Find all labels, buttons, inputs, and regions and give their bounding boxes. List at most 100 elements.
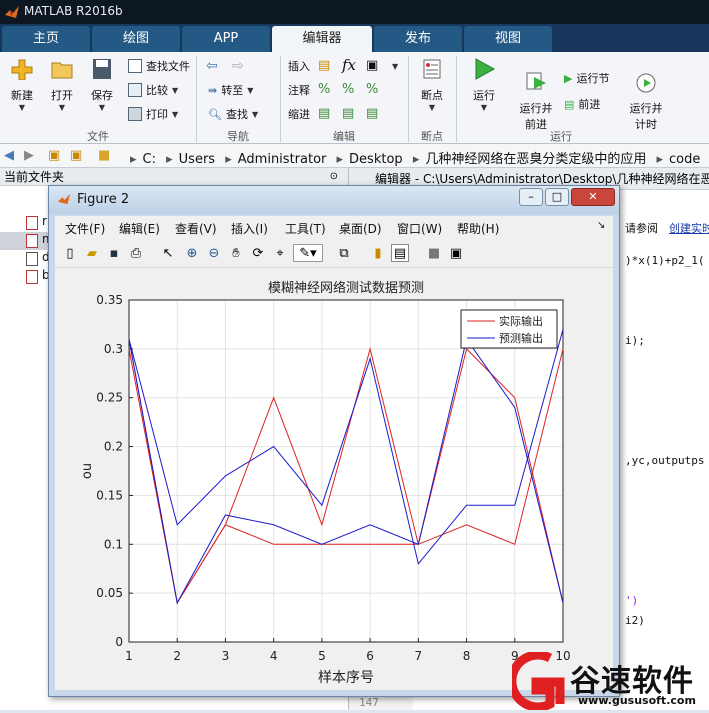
- x-tick-label: 5: [318, 649, 326, 663]
- magnifier-icon: 🔍︎: [208, 107, 222, 121]
- floppy-disk-icon: [93, 59, 111, 79]
- up-folder-icon[interactable]: ▣: [48, 148, 60, 163]
- insert-label[interactable]: 插入: [288, 58, 310, 74]
- figure-menubar: 文件(F) 编辑(E) 查看(V) 插入(I) 工具(T) 桌面(D) 窗口(W…: [55, 216, 613, 238]
- wrap-comment-icon[interactable]: %: [366, 82, 378, 97]
- menu-edit[interactable]: 编辑(E): [119, 220, 160, 237]
- indent-label[interactable]: 缩进: [288, 106, 310, 122]
- current-folder-title: 当前文件夹: [4, 170, 65, 184]
- ribbon-tabs: 主页 绘图 APP 编辑器 发布 视图: [0, 24, 709, 52]
- back-arrow-icon[interactable]: ⇦: [206, 58, 218, 74]
- figure-window[interactable]: Figure 2 – □ ✕ 文件(F) 编辑(E) 查看(V) 插入(I) 工…: [48, 185, 620, 697]
- file-item[interactable]: r: [42, 214, 47, 228]
- help-link[interactable]: 创建实时: [669, 220, 709, 236]
- percent-comment-icon[interactable]: %: [318, 82, 330, 97]
- print-button[interactable]: 打印 ▼: [128, 106, 178, 122]
- menu-file[interactable]: 文件(F): [65, 220, 105, 237]
- chart-title: 模糊神经网络测试数据预测: [268, 280, 424, 296]
- menu-window[interactable]: 窗口(W): [397, 220, 442, 237]
- back-icon[interactable]: ◀: [4, 148, 14, 163]
- breadcrumb-item[interactable]: Users: [179, 152, 215, 167]
- code-line[interactable]: '): [625, 594, 638, 607]
- tab-plots[interactable]: 绘图: [92, 26, 180, 52]
- find-button[interactable]: 🔍︎ 查找 ▼: [208, 106, 258, 122]
- x-axis-label: 样本序号: [318, 670, 374, 686]
- breadcrumb-item[interactable]: code: [669, 152, 700, 167]
- figure-icon: [57, 193, 71, 205]
- new-button[interactable]: 新建 ▼: [2, 58, 42, 112]
- zoom-out-icon[interactable]: ⊖: [205, 244, 223, 262]
- breadcrumb-item[interactable]: C:: [143, 152, 156, 167]
- find-files-icon: [128, 59, 142, 73]
- uncomment-icon[interactable]: %: [342, 82, 354, 97]
- new-figure-icon[interactable]: ▯: [61, 244, 79, 262]
- brush-icon[interactable]: ✎▾: [293, 244, 323, 262]
- maximize-button[interactable]: □: [545, 188, 569, 206]
- figure-title: Figure 2: [77, 192, 130, 207]
- figure-toolbar: ▯ ▰ ▪ ⎙ ↖ ⊕ ⊖ ✋︎ ⟳ ⌖ ✎▾ ⧉ ▮ ▤ ■ ▣: [55, 238, 613, 268]
- menu-dock-arrow-icon[interactable]: ↘: [597, 220, 605, 231]
- plot-area: [129, 300, 563, 642]
- run-section-button[interactable]: ▶ 运行节: [564, 70, 609, 86]
- goto-button[interactable]: ⇛ 转至 ▼: [208, 82, 253, 98]
- panel-menu-icon[interactable]: ⊙: [330, 168, 338, 186]
- advance-icon: ▤: [564, 97, 575, 111]
- tab-home[interactable]: 主页: [2, 26, 90, 52]
- line-chart[interactable]: 1 2 3 4 5 6 7 8 9 1000.050.10.150.20.250.30.35模糊神…: [55, 268, 613, 690]
- save-figure-icon[interactable]: ▪: [105, 244, 123, 262]
- link-plot-icon[interactable]: ⧉: [335, 244, 353, 262]
- insert-dropdown[interactable]: ▼: [392, 62, 398, 71]
- tab-apps[interactable]: APP: [182, 26, 270, 52]
- browse-folder-icon[interactable]: ▣: [70, 148, 82, 163]
- ribbon: 新建 ▼ 打开 ▼ 保存 ▼ 查找文件 比较 ▼ 打印 ▼ 文件 ⇦ ⇨ ⇛ 转至 ▼ 🔍︎ 查…: [0, 52, 709, 144]
- smart-indent-icon[interactable]: ▤: [318, 106, 330, 121]
- open-file-icon[interactable]: ▰: [83, 244, 101, 262]
- open-button[interactable]: 打开 ▼: [42, 58, 82, 112]
- hide-plot-tools-icon[interactable]: ■: [425, 244, 443, 262]
- forward-icon[interactable]: ▶: [24, 148, 34, 163]
- breadcrumb-item[interactable]: 几种神经网络在恶臭分类定级中的应用: [425, 152, 646, 167]
- menu-view[interactable]: 查看(V): [175, 220, 217, 237]
- print-figure-icon[interactable]: ⎙: [127, 244, 145, 262]
- code-line[interactable]: i);: [625, 334, 645, 347]
- show-plot-tools-icon[interactable]: ▣: [447, 244, 465, 262]
- increase-indent-icon[interactable]: ▤: [366, 106, 378, 121]
- minimize-button[interactable]: –: [519, 188, 543, 206]
- menu-tools[interactable]: 工具(T): [285, 220, 326, 237]
- menu-desktop[interactable]: 桌面(D): [339, 220, 382, 237]
- pan-hand-icon[interactable]: ✋︎: [227, 244, 245, 262]
- code-line[interactable]: ,yc,outputps: [625, 454, 704, 467]
- insert-section-icon[interactable]: ▤: [318, 58, 330, 73]
- insert-function-icon[interactable]: ▣: [366, 58, 378, 73]
- compare-button[interactable]: 比较 ▼: [128, 82, 178, 98]
- rotate-3d-icon[interactable]: ⟳: [249, 244, 267, 262]
- run-button[interactable]: 运行 ▼: [464, 58, 504, 112]
- code-line[interactable]: )*x(1)+p2_1(: [625, 254, 704, 267]
- tab-view[interactable]: 视图: [464, 26, 552, 52]
- close-button[interactable]: ✕: [571, 188, 615, 206]
- pointer-icon[interactable]: ↖: [159, 244, 177, 262]
- menu-help[interactable]: 帮助(H): [457, 220, 499, 237]
- breadcrumb-item[interactable]: Administrator: [238, 152, 327, 167]
- forward-arrow-icon[interactable]: ⇨: [232, 58, 244, 74]
- find-files-button[interactable]: 查找文件: [128, 58, 190, 74]
- section-file: 文件: [87, 130, 109, 143]
- data-cursor-icon[interactable]: ⌖: [271, 244, 289, 262]
- code-line[interactable]: i2): [625, 614, 645, 627]
- breakpoints-button[interactable]: 断点 ▼: [412, 58, 452, 112]
- function-fx-icon[interactable]: fx: [342, 56, 356, 74]
- breadcrumb-item[interactable]: Desktop: [349, 152, 403, 167]
- tab-publish[interactable]: 发布: [374, 26, 462, 52]
- tab-editor[interactable]: 编辑器: [272, 26, 372, 52]
- legend-icon[interactable]: ▤: [391, 244, 409, 262]
- comment-label[interactable]: 注释: [288, 82, 310, 98]
- zoom-in-icon[interactable]: ⊕: [183, 244, 201, 262]
- line-number: 147: [359, 696, 379, 709]
- save-button[interactable]: 保存 ▼: [82, 58, 122, 112]
- figure-title-bar[interactable]: Figure 2 – □ ✕: [49, 186, 619, 214]
- run-play-icon: [475, 58, 496, 80]
- colorbar-icon[interactable]: ▮: [369, 244, 387, 262]
- decrease-indent-icon[interactable]: ▤: [342, 106, 354, 121]
- menu-insert[interactable]: 插入(I): [231, 220, 268, 237]
- advance-button[interactable]: ▤ 前进: [564, 96, 600, 112]
